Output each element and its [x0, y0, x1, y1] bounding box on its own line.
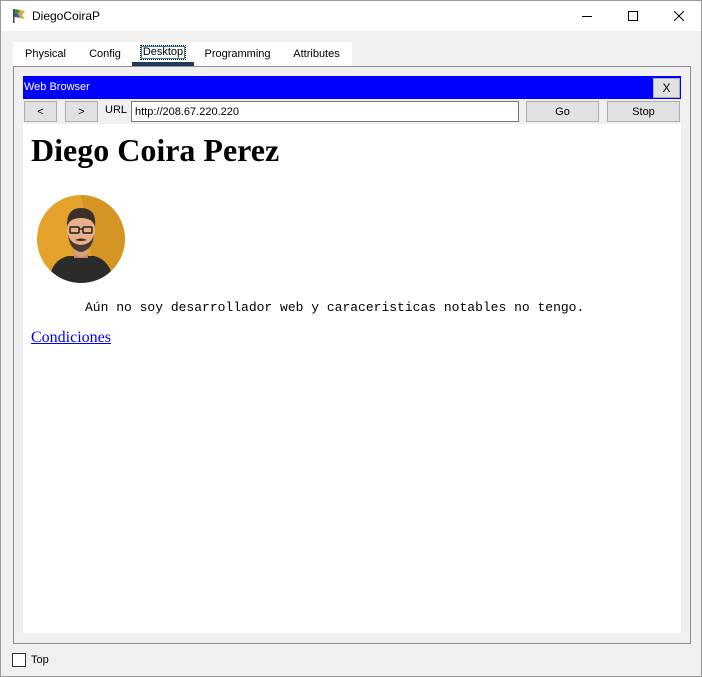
person-avatar-icon — [37, 195, 125, 283]
tab-programming[interactable]: Programming — [194, 42, 281, 66]
page-heading: Diego Coira Perez — [31, 132, 280, 168]
top-checkbox[interactable] — [12, 653, 26, 667]
go-button[interactable]: Go — [526, 101, 599, 122]
web-page-content[interactable]: Diego Coira Perez Aún no soy desarrollad… — [23, 124, 681, 633]
browser-title: Web Browser — [24, 81, 90, 93]
minimize-icon — [582, 16, 592, 17]
forward-button[interactable]: > — [65, 101, 98, 122]
tab-config[interactable]: Config — [78, 42, 132, 66]
tab-attributes[interactable]: Attributes — [281, 42, 352, 66]
minimize-button[interactable] — [564, 1, 610, 31]
tab-label: Physical — [25, 48, 66, 60]
close-icon — [674, 11, 684, 21]
tab-label: Programming — [204, 48, 271, 60]
tab-label: Attributes — [293, 48, 340, 60]
back-button[interactable]: < — [24, 101, 57, 122]
stop-button[interactable]: Stop — [607, 101, 680, 122]
tab-physical[interactable]: Physical — [13, 42, 78, 66]
close-window-button[interactable] — [656, 1, 702, 31]
page-description: Aún no soy desarrollador web y caraceris… — [85, 300, 585, 315]
browser-title-bar: Web Browser X — [23, 76, 681, 99]
browser-close-button[interactable]: X — [653, 78, 680, 98]
browser-nav-bar: < > URL Go Stop — [24, 101, 682, 123]
desktop-panel: Web Browser X < > URL Go Stop Diego Coir… — [13, 66, 691, 644]
title-bar[interactable]: DiegoCoiraP — [1, 1, 701, 31]
maximize-button[interactable] — [610, 1, 656, 31]
top-checkbox-label: Top — [31, 654, 49, 666]
maximize-icon — [628, 11, 638, 21]
tab-label: Desktop — [139, 44, 187, 60]
tab-desktop[interactable]: Desktop — [132, 42, 194, 66]
url-input[interactable] — [131, 101, 519, 122]
url-label: URL — [105, 104, 128, 116]
conditions-link[interactable]: Condiciones — [31, 329, 111, 347]
app-icon — [13, 9, 25, 23]
window-title: DiegoCoiraP — [32, 9, 101, 23]
tab-label: Config — [89, 48, 121, 60]
